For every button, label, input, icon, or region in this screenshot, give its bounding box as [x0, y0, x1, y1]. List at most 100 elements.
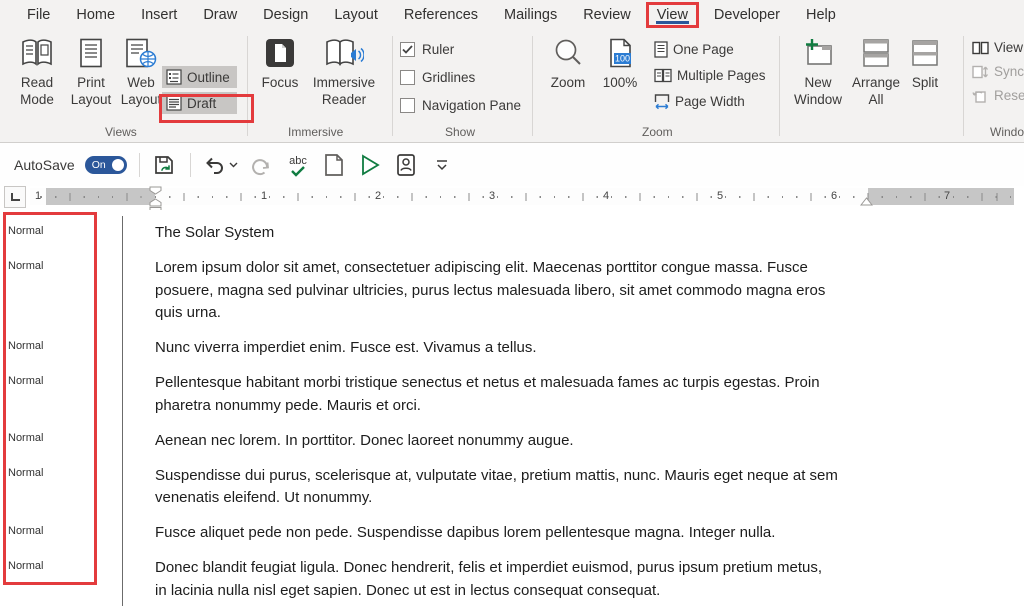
immersive-reader-button[interactable]: Immersive Reader — [306, 38, 382, 108]
document-paragraph: Nunc viverra imperdiet enim. Fusce est. … — [155, 339, 537, 356]
view-side-by-side-button[interactable]: View S — [972, 40, 1024, 55]
tab-home[interactable]: Home — [63, 2, 128, 28]
arrange-all-icon — [861, 38, 891, 68]
checkbox-unchecked-icon — [400, 69, 415, 85]
multiple-pages-icon — [654, 68, 672, 83]
style-label-normal: Normal — [8, 375, 44, 387]
autosave-label: AutoSave — [14, 156, 75, 173]
first-line-indent-marker[interactable] — [149, 186, 162, 195]
view-side-by-side-icon — [972, 41, 989, 55]
views-group-label: Views — [105, 125, 137, 139]
ruler-number: 6 — [831, 190, 838, 202]
undo-button[interactable] — [203, 152, 239, 178]
one-page-icon — [654, 41, 668, 58]
zoom-100-button[interactable]: 100 100% — [594, 38, 646, 91]
show-group-label: Show — [445, 125, 476, 139]
redo-button[interactable] — [249, 152, 275, 178]
ruler-number: 2 — [375, 190, 382, 202]
autosave-state-text: On — [91, 158, 106, 171]
web-layout-icon — [125, 38, 157, 68]
document-paragraph: Lorem ipsum dolor sit amet, consectetuer… — [155, 259, 826, 321]
zoom-100-label: 100% — [602, 75, 638, 90]
contact-card-icon[interactable] — [393, 152, 419, 178]
page-width-icon — [654, 93, 670, 110]
tab-review[interactable]: Review — [570, 2, 644, 28]
active-tab-underline — [655, 21, 689, 24]
customize-qat-icon[interactable] — [429, 152, 455, 178]
gridlines-checkbox[interactable]: Gridlines — [400, 66, 521, 88]
split-button[interactable]: Split — [902, 38, 948, 91]
tab-mailings[interactable]: Mailings — [491, 2, 570, 28]
qat-separator — [189, 152, 191, 177]
spelling-check-icon[interactable]: abc — [285, 152, 311, 178]
split-label: Split — [911, 75, 939, 90]
outline-button[interactable]: Outline — [162, 66, 237, 88]
draft-label: Draft — [187, 95, 217, 111]
immersive-reader-label: Immersive Reader — [312, 75, 376, 107]
gridlines-checkbox-label: Gridlines — [422, 69, 476, 85]
ruler-band[interactable]: 1 1 2 3 4 5 6 7 — [30, 186, 1014, 214]
tab-file[interactable]: File — [14, 2, 63, 28]
document-area[interactable]: Normal Normal Normal Normal Normal Norma… — [0, 210, 1024, 606]
tab-view[interactable]: View — [645, 2, 699, 28]
document-paragraph: Fusce aliquet pede non pede. Suspendisse… — [155, 524, 776, 541]
horizontal-ruler: 1 1 2 3 4 5 6 7 — [0, 186, 1024, 214]
document-title: The Solar System — [155, 224, 275, 241]
focus-button[interactable]: Focus — [254, 38, 306, 91]
tab-insert[interactable]: Insert — [128, 2, 190, 28]
page-width-button[interactable]: Page Width — [650, 90, 773, 113]
new-document-icon[interactable] — [321, 152, 347, 178]
draft-button[interactable]: Draft — [162, 92, 237, 114]
one-page-button[interactable]: One Page — [650, 38, 773, 61]
tab-developer[interactable]: Developer — [701, 2, 793, 28]
synchronous-scrolling-label: Synch — [994, 64, 1024, 79]
right-indent-marker[interactable] — [860, 197, 873, 206]
group-separator — [532, 36, 533, 136]
quick-access-toolbar: AutoSave On abc — [0, 143, 1024, 186]
reset-window-position-label: Reset — [994, 88, 1024, 103]
arrange-all-button[interactable]: Arrange All — [848, 38, 904, 108]
read-mode-button[interactable]: Read Mode — [8, 38, 66, 108]
document-paragraph: Donec blandit feugiat ligula. Donec hend… — [155, 559, 823, 599]
document-paragraph: Pellentesque habitant morbi tristique se… — [155, 374, 820, 414]
style-area-divider[interactable] — [122, 216, 123, 606]
synchronous-scrolling-icon — [972, 65, 989, 79]
tab-references[interactable]: References — [391, 2, 491, 28]
style-label-normal: Normal — [8, 525, 44, 537]
immersive-reader-icon — [324, 38, 364, 68]
new-window-button[interactable]: New Window — [790, 38, 846, 108]
read-mode-icon — [20, 38, 54, 68]
run-macro-icon[interactable] — [357, 152, 383, 178]
reset-window-position-icon — [972, 89, 989, 103]
ribbon-tab-bar: File Home Insert Draw Design Layout Refe… — [0, 0, 1024, 30]
synchronous-scrolling-button[interactable]: Synch — [972, 64, 1024, 79]
tab-draw[interactable]: Draw — [190, 2, 250, 28]
zoom-magnifier-icon — [553, 38, 583, 68]
zoom-button[interactable]: Zoom — [542, 38, 594, 91]
tab-design[interactable]: Design — [250, 2, 321, 28]
focus-label: Focus — [261, 75, 299, 90]
zoom-group-label: Zoom — [642, 125, 673, 139]
tab-help[interactable]: Help — [793, 2, 849, 28]
tab-layout[interactable]: Layout — [321, 2, 391, 28]
autosave-toggle[interactable]: On — [84, 155, 127, 174]
outline-icon — [166, 69, 182, 85]
ruler-checkbox[interactable]: Ruler — [400, 38, 521, 60]
left-tab-stop-icon — [10, 193, 20, 201]
save-sync-icon[interactable] — [152, 152, 178, 178]
ruler-checkbox-label: Ruler — [422, 41, 455, 57]
group-separator — [392, 36, 393, 136]
reset-window-position-button[interactable]: Reset — [972, 88, 1024, 103]
word-window: File Home Insert Draw Design Layout Refe… — [0, 0, 1024, 606]
ruler-number: 3 — [489, 190, 496, 202]
multiple-pages-button[interactable]: Multiple Pages — [650, 65, 773, 86]
tab-stop-selector[interactable] — [4, 186, 26, 208]
group-separator — [963, 36, 964, 136]
style-label-normal: Normal — [8, 225, 44, 237]
navigation-pane-checkbox[interactable]: Navigation Pane — [400, 94, 521, 116]
print-layout-icon — [78, 38, 104, 68]
document-text[interactable]: The Solar System Lorem ipsum dolor sit a… — [155, 222, 871, 606]
one-page-label: One Page — [673, 42, 734, 57]
svg-text:abc: abc — [289, 155, 307, 167]
outline-label: Outline — [187, 69, 230, 85]
